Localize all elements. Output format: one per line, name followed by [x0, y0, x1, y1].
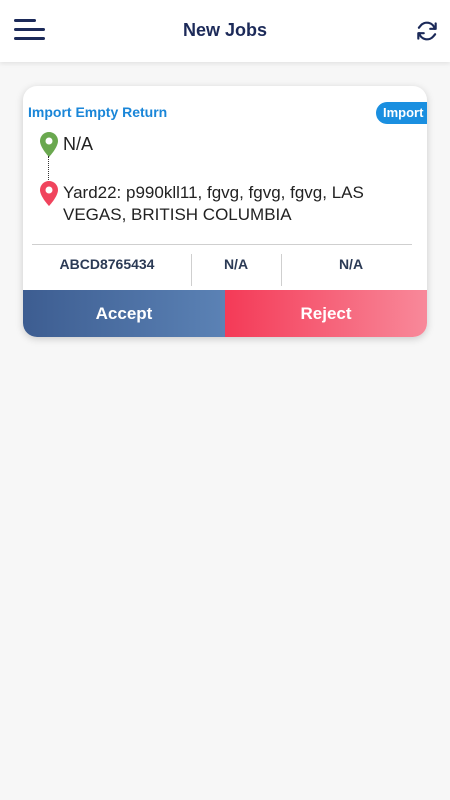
origin-location: N/A: [63, 134, 94, 154]
top-app-bar: New Jobs: [0, 0, 450, 62]
refresh-icon[interactable]: [414, 18, 440, 44]
card-divider: [32, 244, 412, 245]
destination-location: Yard22: p990kll11, fgvg, fgvg, fgvg, LAS…: [63, 183, 364, 224]
job-type-label: Import Empty Return: [28, 104, 168, 120]
accept-button[interactable]: Accept: [23, 290, 225, 337]
job-category-badge: Import: [376, 102, 427, 124]
job-card[interactable]: Import Empty Return Import N/A Yard22: p…: [23, 86, 427, 337]
reject-button[interactable]: Reject: [225, 290, 427, 337]
route-connector: [48, 156, 49, 180]
page-title: New Jobs: [182, 20, 268, 40]
job-info-row: ABCD8765434 N/A N/A: [23, 254, 427, 286]
job-info-value-3: N/A: [338, 256, 364, 272]
container-number: ABCD8765434: [59, 256, 155, 272]
origin-pin-icon: [40, 132, 58, 162]
job-info-value-2: N/A: [223, 256, 249, 272]
destination-pin-icon: [40, 181, 58, 211]
